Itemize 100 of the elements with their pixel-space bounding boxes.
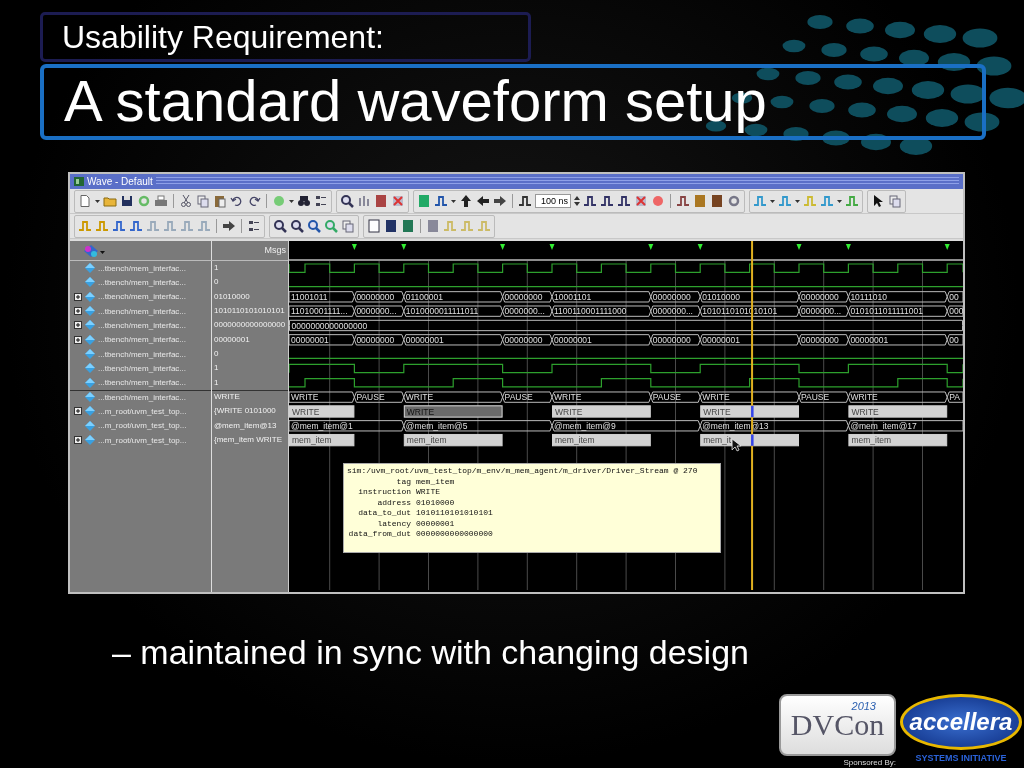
expand-icon[interactable]	[74, 321, 82, 330]
bus-segment: 00000000	[502, 291, 553, 303]
list-icon[interactable]	[247, 219, 261, 233]
save-icon[interactable]	[120, 194, 134, 208]
slide-title: A standard waveform setup	[40, 64, 986, 140]
transaction-box[interactable]: mem_item	[403, 433, 503, 447]
signal-value: 1	[213, 362, 220, 375]
print-icon[interactable]	[154, 194, 168, 208]
step-wave-icon[interactable]	[434, 194, 448, 208]
redo-icon[interactable]	[247, 194, 261, 208]
signal-name[interactable]: ...tbench/mem_interfac...	[98, 335, 187, 345]
marker-icon[interactable]	[401, 244, 407, 250]
step-wave-icon[interactable]	[676, 194, 690, 208]
bus-segment: 000	[946, 305, 963, 317]
signal-name[interactable]: ...tbench/mem_interfac...	[98, 378, 187, 388]
signal-name[interactable]: ...tbench/mem_interfac...	[98, 263, 187, 273]
transaction-box[interactable]: mem_item	[552, 433, 651, 447]
list-icon[interactable]	[314, 194, 328, 208]
signal-name[interactable]: ...tbench/mem_interfac...	[98, 349, 187, 359]
marker-icon[interactable]	[697, 244, 703, 250]
binoculars-icon[interactable]	[297, 194, 311, 208]
signal-name[interactable]: ...tbench/mem_interfac...	[98, 392, 187, 402]
bus-segment: @mem_item@5	[403, 420, 553, 432]
copy-icon[interactable]	[196, 194, 210, 208]
arrow-left-icon[interactable]	[476, 194, 490, 208]
signal-name[interactable]: ...tbench/mem_interfac...	[98, 292, 187, 302]
arrow-right-icon[interactable]	[493, 194, 507, 208]
bus-segment: 00000001	[551, 334, 652, 346]
square-icon[interactable]	[710, 194, 724, 208]
time-field[interactable]: 100 ns	[535, 194, 571, 208]
marker-icon[interactable]	[648, 244, 654, 250]
expand-icon[interactable]	[74, 292, 82, 301]
field-label: tag	[395, 476, 411, 487]
step-wave-icon[interactable]	[583, 194, 597, 208]
bus-segment: 00000000	[353, 291, 405, 303]
marker-icon[interactable]	[796, 244, 802, 250]
square-icon[interactable]	[374, 194, 388, 208]
signal-name[interactable]: ...tbench/mem_interfac...	[98, 278, 187, 287]
transaction-box[interactable]: WRITE	[552, 405, 651, 418]
transaction-box[interactable]: WRITE	[403, 405, 503, 418]
expand-icon[interactable]	[74, 335, 82, 344]
field-value: 01010000	[416, 497, 455, 508]
step-wave-icon[interactable]	[112, 219, 126, 233]
signal-name[interactable]: ...tbench/mem_interfac...	[98, 306, 187, 316]
signal-name[interactable]: ...tbench/mem_interfac...	[98, 363, 187, 373]
spinner-icon[interactable]	[574, 194, 580, 208]
cut-icon[interactable]	[179, 194, 193, 208]
marker-icon[interactable]	[351, 244, 357, 250]
step-wave-icon[interactable]	[129, 219, 143, 233]
arrow-right-icon[interactable]	[222, 219, 236, 233]
bus-segment: 00000000	[798, 291, 849, 303]
marker-icon[interactable]	[500, 244, 506, 250]
expand-icon[interactable]	[74, 436, 82, 445]
transaction-box[interactable]: mem_item	[289, 433, 355, 447]
document-icon[interactable]	[78, 194, 92, 208]
undo-icon[interactable]	[230, 194, 244, 208]
step-wave-icon[interactable]	[600, 194, 614, 208]
bus-segment: 00000001	[403, 334, 504, 346]
zoom-in-icon[interactable]	[273, 219, 287, 233]
mouse-pointer-icon	[731, 438, 742, 452]
step-wave-icon[interactable]	[617, 194, 631, 208]
signal-value: 1	[213, 262, 220, 274]
diamond-icon	[85, 435, 95, 446]
signal-name[interactable]: ...tbench/mem_interfac...	[98, 320, 187, 330]
paste-icon[interactable]	[213, 194, 227, 208]
signal-value: 0	[213, 347, 220, 360]
signal-value: 1010110101010101	[213, 305, 286, 317]
signal-value: {mem_item WRITE	[213, 433, 283, 446]
signal-value: @mem_item@13	[213, 419, 278, 432]
transaction-box[interactable]: mem_item	[848, 433, 948, 447]
expand-icon[interactable]	[74, 407, 82, 416]
square-icon[interactable]	[384, 219, 398, 233]
diamond-icon	[85, 277, 95, 288]
expand-icon[interactable]	[74, 307, 82, 316]
zoom-icon[interactable]	[307, 219, 321, 233]
signal-value: 1	[213, 376, 220, 389]
marker-icon[interactable]	[845, 244, 851, 250]
signal-name[interactable]: ...m_root/uvm_test_top...	[98, 406, 187, 416]
transaction-box[interactable]: WRITE	[848, 405, 948, 418]
arrow-up-icon[interactable]	[459, 194, 473, 208]
square-icon[interactable]	[401, 219, 415, 233]
transaction-box[interactable]: WRITE	[289, 405, 355, 418]
signal-name[interactable]: ...m_root/uvm_test_top...	[98, 435, 187, 445]
copy-icon[interactable]	[341, 219, 355, 233]
marker-icon[interactable]	[549, 244, 555, 250]
pointer-icon[interactable]	[871, 194, 885, 208]
transaction-box[interactable]: mem_it	[700, 433, 799, 447]
transaction-box[interactable]: WRITE	[700, 405, 799, 418]
delete-icon[interactable]	[634, 194, 648, 208]
bus-segment: WRITE	[403, 391, 504, 403]
marker-icon[interactable]	[944, 244, 950, 250]
zoom-out-icon[interactable]	[290, 219, 304, 233]
diamond-icon	[85, 320, 95, 331]
bus-segment: 1010000011111011	[403, 305, 504, 317]
field-value: mem_item	[416, 476, 455, 487]
bus-segment: 00000001	[847, 334, 948, 346]
step-wave-icon[interactable]	[518, 194, 532, 208]
delete-icon[interactable]	[391, 194, 405, 208]
bus-segment: 0000000...	[650, 305, 701, 317]
signal-name[interactable]: ...m_root/uvm_test_top...	[98, 421, 187, 431]
